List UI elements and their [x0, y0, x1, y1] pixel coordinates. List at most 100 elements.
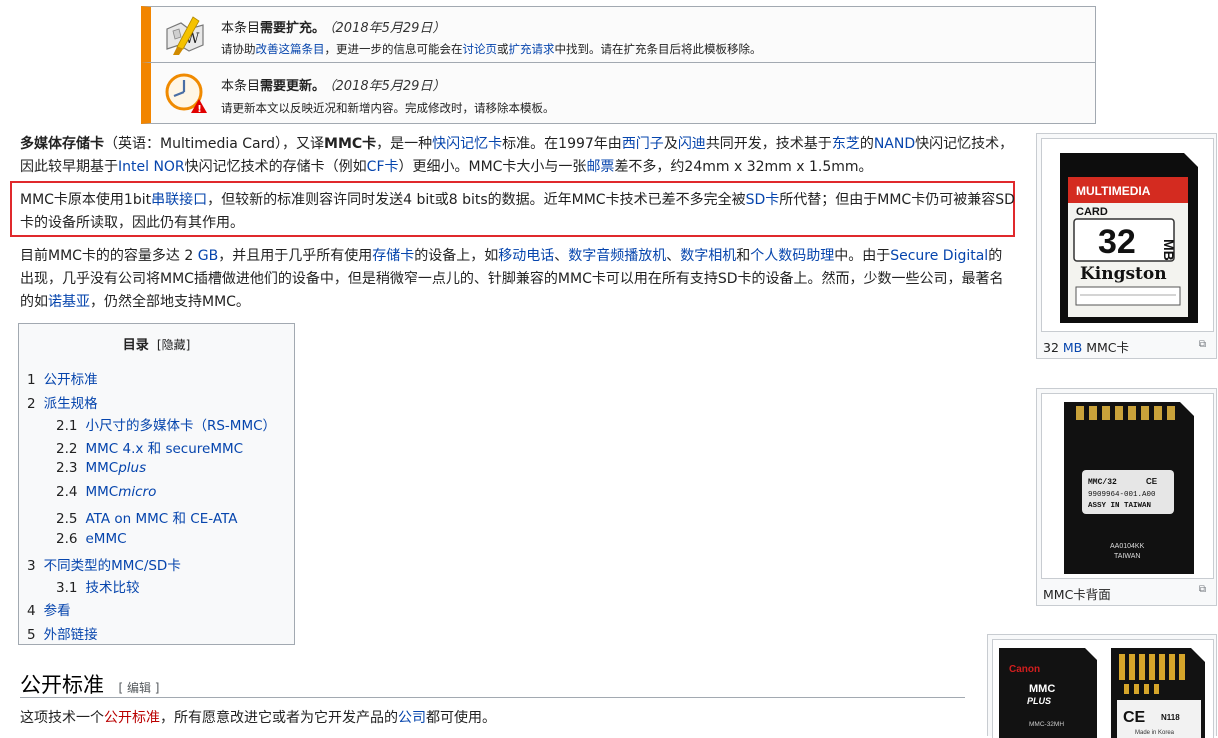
text-run: 请协助 [221, 42, 256, 56]
inline-link[interactable]: 诺基亚 [48, 294, 90, 310]
section-edit-link[interactable]: [ 编辑 ] [118, 681, 159, 695]
inline-link[interactable]: CF卡 [367, 159, 399, 175]
toc-item-label: ATA on MMC 和 CE-ATA [85, 511, 238, 527]
magnify-icon[interactable]: ⧉ [1199, 339, 1206, 350]
intro-paragraph: 多媒体存储卡（英语：Multimedia Card），又译MMC卡，是一种快闪记… [20, 133, 1015, 179]
mmc-front-image[interactable]: MULTIMEDIA CARD 32 MB Kingston [1041, 138, 1214, 332]
thumb-mmc-front: MULTIMEDIA CARD 32 MB Kingston 32 MB MMC… [1036, 133, 1217, 359]
inline-link[interactable]: 公司 [398, 710, 426, 726]
inline-link[interactable]: 西门子 [622, 136, 664, 152]
mmc-plus-plus: PLUS [1027, 696, 1051, 706]
toc-item-number: 2.1 [56, 418, 78, 434]
toc-item-number: 1 [27, 372, 36, 388]
inline-link[interactable]: 移动电话 [498, 248, 554, 264]
magnify-icon[interactable]: ⧉ [1199, 584, 1206, 595]
mmc-plus-ce: CE [1123, 709, 1146, 726]
toc-item-3-1[interactable]: 3.1 技术比较 [56, 576, 139, 596]
toc-item-2-3[interactable]: 2.3 MMCplus [56, 460, 146, 476]
text-run: 的 [859, 136, 874, 152]
back-line5: TAIWAN [1114, 553, 1140, 560]
text-run: ）更细小。MMC卡大小与一张 [398, 159, 587, 175]
back-line4: AA0104KK [1110, 543, 1145, 550]
toc-item-2-6[interactable]: 2.6 eMMC [56, 531, 127, 547]
inline-link[interactable]: 存储卡 [372, 248, 414, 264]
notice-update-text: 请更新本文以反映近况和新增内容。完成修改时，请移除本模板。 [221, 100, 555, 116]
toc-item-number: 3.1 [56, 580, 78, 596]
toc-item-label: MMC [85, 484, 119, 500]
inline-link[interactable]: 东芝 [832, 136, 860, 152]
redlink[interactable]: 公开标准 [104, 710, 160, 726]
text-run: ，更进一步的信息可能会在 [324, 42, 463, 56]
toc-item-suffix: micro [118, 484, 157, 500]
inline-link[interactable]: 改善这篇条目 [256, 42, 325, 56]
inline-link[interactable]: 邮票 [586, 159, 614, 175]
inline-link[interactable]: GB [198, 248, 218, 264]
inline-link[interactable]: Intel NOR [118, 159, 185, 175]
toc-item-label: MMC [85, 460, 119, 476]
inline-link[interactable]: 闪迪 [678, 136, 706, 152]
thumb-mmc-plus: Canon MMC PLUS MMC-32MH CE N118 Made in … [987, 634, 1217, 738]
inline-link[interactable]: Secure Digital [890, 248, 988, 264]
toc-item-2-1[interactable]: 2.1 小尺寸的多媒体卡（RS-MMC） [56, 414, 276, 434]
maintenance-notices: W 本条目需要扩充。 （2018年5月29日） 请协助改善这篇条目，更进一步的信息… [141, 6, 1096, 124]
inline-link[interactable]: 快闪记忆卡 [432, 136, 502, 152]
toc-header: 目录 [隐藏] [19, 334, 294, 353]
toc-item-number: 2.6 [56, 531, 78, 547]
text-run: 共同开发，技术基于 [705, 136, 832, 152]
text-run: 或 [497, 42, 509, 56]
text-run: 的设备上，如 [414, 248, 499, 264]
toc-item-suffix: plus [118, 460, 147, 476]
text-run: MMC卡原本使用1bit [20, 192, 152, 208]
inline-link[interactable]: 串联接口 [151, 192, 207, 208]
mmc-back-image[interactable]: MMC/32 CE 9909964-001.A00 ASSY IN TAIWAN… [1041, 393, 1214, 579]
inline-link[interactable]: 数字相机 [680, 248, 736, 264]
text-run: 请更新本文以反映近况和新增内容。完成修改时，请移除本模板。 [221, 101, 555, 115]
inline-link[interactable]: NAND [874, 136, 915, 152]
toc-item-4[interactable]: 4 参看 [27, 599, 71, 619]
text-run: 这项技术一个 [20, 710, 104, 726]
notice-expand-text: 请协助改善这篇条目，更进一步的信息可能会在讨论页或扩充请求中找到。请在扩充条目后… [221, 41, 762, 57]
text-run: 中。由于 [834, 248, 891, 264]
toc-hide-toggle[interactable]: [隐藏] [157, 338, 190, 352]
bold-term: MMC卡 [324, 136, 377, 152]
toc-item-5[interactable]: 5 外部链接 [27, 623, 98, 643]
text-run: ，但较新的标准则容许同时发送4 bit或8 bits的数据。近年MMC卡技术已差… [207, 192, 746, 208]
front-unit: MB [1161, 239, 1177, 261]
inline-link[interactable]: 扩充请求 [509, 42, 555, 56]
back-line1: MMC/32 [1088, 478, 1117, 487]
mmc-plus-model: MMC [1029, 683, 1055, 695]
notice-update-title: 本条目需要更新。 （2018年5月29日） [221, 79, 446, 94]
interface-paragraph: MMC卡原本使用1bit串联接口，但较新的标准则容许同时发送4 bit或8 bi… [20, 189, 1015, 235]
toc-item-label: 公开标准 [43, 372, 98, 388]
capacity-paragraph: 目前MMC卡的的容量多达 2 GB，并且用于几乎所有使用存储卡的设备上，如移动电… [20, 245, 1015, 314]
toc-item-label: MMC 4.x 和 secureMMC [85, 441, 244, 457]
toc-item-3[interactable]: 3 不同类型的MMC/SD卡 [27, 554, 181, 574]
mmc-back-graphic: MMC/32 CE 9909964-001.A00 ASSY IN TAIWAN… [1064, 402, 1194, 574]
front-brand: Kingston [1080, 264, 1167, 284]
inline-link[interactable]: 数字音频播放机 [568, 248, 666, 264]
toc-item-label: 小尺寸的多媒体卡（RS-MMC） [85, 418, 277, 434]
text-run: ，仍然全部地支持MMC。 [90, 294, 250, 310]
front-label-top: MULTIMEDIA [1076, 184, 1151, 198]
wikipedia-puzzle-brush-icon: W [166, 16, 204, 55]
toc-item-number: 2.4 [56, 484, 78, 500]
inline-link[interactable]: SD卡 [746, 192, 780, 208]
toc-item-1[interactable]: 1 公开标准 [27, 368, 98, 388]
text-run: 及 [663, 136, 678, 152]
back-line2: 9909964-001.A00 [1088, 491, 1156, 499]
toc-item-label: 技术比较 [85, 580, 140, 596]
toc-item-2-5[interactable]: 2.5 ATA on MMC 和 CE-ATA [56, 507, 237, 527]
toc-item-number: 5 [27, 627, 36, 643]
toc-item-2-4[interactable]: 2.4 MMCmicro [56, 484, 156, 500]
inline-link[interactable]: 个人数码助理 [750, 248, 834, 264]
text-run: ，所有愿意改进它或者为它开发产品的 [160, 710, 398, 726]
text-run: 、 [554, 248, 569, 264]
inline-link[interactable]: 讨论页 [463, 42, 498, 56]
thumb-front-caption: 32 MB MMC卡 [1043, 340, 1130, 355]
text-run: 快闪记忆技术的存储卡（例如 [184, 159, 367, 175]
toc-item-label: eMMC [85, 531, 127, 547]
toc-item-2-2[interactable]: 2.2 MMC 4.x 和 secureMMC [56, 437, 243, 457]
mmc-plus-image[interactable]: Canon MMC PLUS MMC-32MH CE N118 Made in … [992, 639, 1214, 738]
toc-item-2[interactable]: 2 派生规格 [27, 392, 98, 412]
mb-link[interactable]: MB [1063, 340, 1082, 355]
